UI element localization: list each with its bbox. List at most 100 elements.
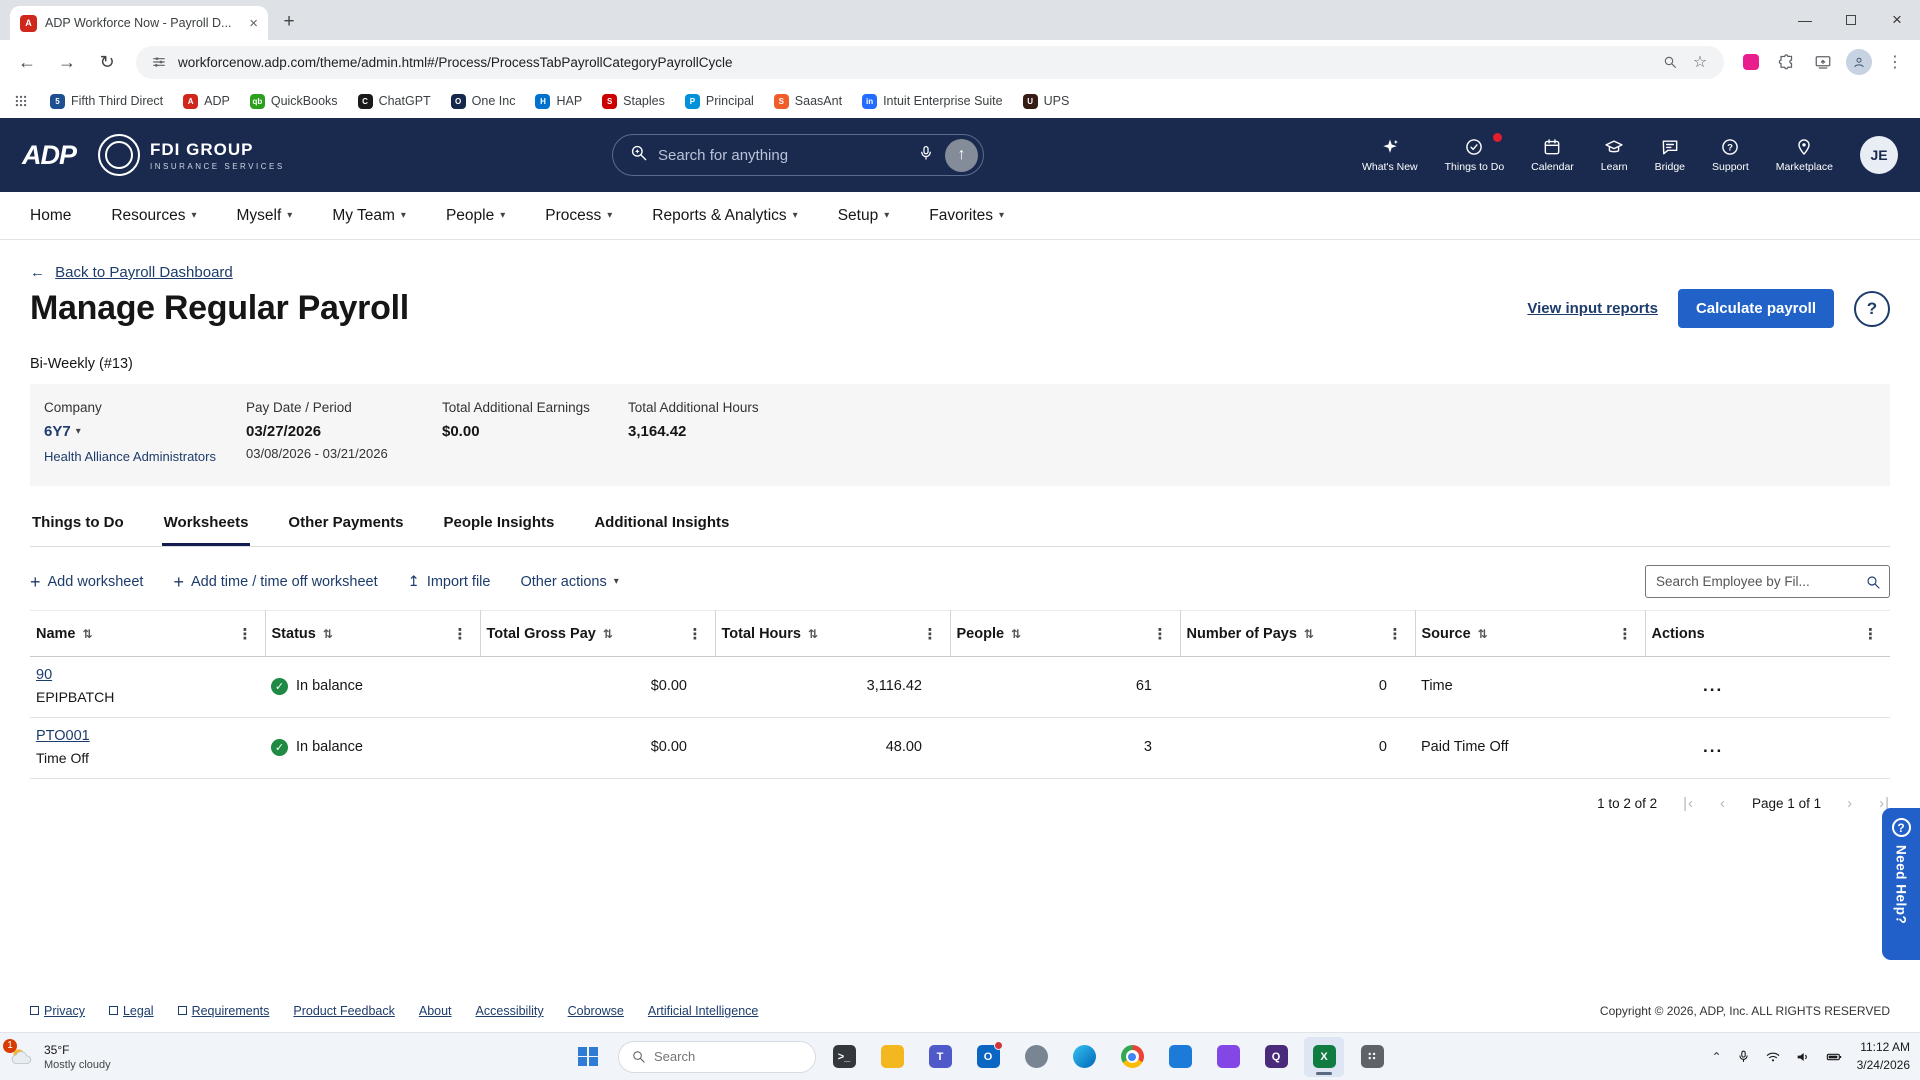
column-menu-icon[interactable]: ⋮ [1618,625,1637,643]
bookmark-item[interactable]: in Intuit Enterprise Suite [862,93,1003,109]
footer-link-legal[interactable]: Legal [108,1004,154,1018]
close-button[interactable]: × [1874,0,1920,40]
taskbar-app-teams[interactable]: T [920,1037,960,1077]
global-search-input[interactable] [658,146,907,164]
sort-icon[interactable]: ⇅ [323,627,333,641]
view-input-reports-link[interactable]: View input reports [1527,300,1658,317]
user-avatar[interactable]: JE [1860,136,1898,174]
bookmark-item[interactable]: O One Inc [450,93,515,109]
nav-item-my-team[interactable]: My Team ▾ [332,207,406,225]
microphone-tray-icon[interactable] [1736,1049,1751,1064]
column-menu-icon[interactable]: ⋮ [453,625,472,643]
bookmark-star-icon[interactable]: ☆ [1690,47,1710,77]
column-menu-icon[interactable]: ⋮ [238,625,257,643]
sort-icon[interactable]: ⇅ [1011,627,1021,641]
next-page-button[interactable]: › [1847,795,1853,812]
global-search[interactable]: ↑ [612,134,984,176]
tab-people-insights[interactable]: People Insights [441,514,556,546]
microphone-icon[interactable] [917,144,935,167]
col-header-number-of-pays[interactable]: Number of Pays [1187,626,1297,642]
page-help-button[interactable]: ? [1854,290,1890,327]
nav-item-resources[interactable]: Resources ▾ [111,207,196,225]
taskbar-search-input[interactable] [654,1049,803,1064]
taskbar-app-excel[interactable]: X [1304,1036,1344,1077]
company-name-link[interactable]: Health Alliance Administrators [44,449,246,464]
taskbar-app-terminal[interactable]: >_ [824,1037,864,1077]
footer-link-requirements[interactable]: Requirements [177,1004,269,1018]
clock[interactable]: 11:12 AM 3/24/2026 [1857,1039,1910,1074]
calendar-button[interactable]: Calendar [1531,137,1574,173]
column-menu-icon[interactable]: ⋮ [1388,625,1407,643]
reload-button[interactable]: ↻ [90,45,124,79]
new-tab-button[interactable]: + [274,7,304,37]
bookmark-item[interactable]: qb QuickBooks [249,93,338,109]
col-header-name[interactable]: Name [36,626,76,642]
nav-item-people[interactable]: People ▾ [446,207,505,225]
adp-logo[interactable]: ADP [22,140,77,171]
profile-avatar-icon[interactable] [1844,47,1874,77]
apps-grid-icon[interactable] [12,86,30,116]
site-info-icon[interactable] [150,47,168,77]
bookmark-item[interactable]: U UPS [1022,93,1069,109]
footer-link-product-feedback[interactable]: Product Feedback [293,1004,394,1018]
nav-item-favorites[interactable]: Favorites ▾ [929,207,1004,225]
start-button[interactable] [570,1037,610,1077]
sort-icon[interactable]: ⇅ [1304,627,1314,641]
battery-icon[interactable] [1825,1049,1843,1065]
bridge-button[interactable]: Bridge [1655,137,1685,173]
previous-page-button[interactable]: ‹ [1720,795,1726,812]
column-menu-icon[interactable]: ⋮ [1153,625,1172,643]
nav-item-process[interactable]: Process ▾ [545,207,612,225]
bookmark-item[interactable]: P Principal [684,93,754,109]
taskbar-app-edge[interactable] [1064,1037,1104,1077]
taskbar-app-people[interactable] [1016,1037,1056,1077]
footer-link-about[interactable]: About [419,1004,452,1018]
browser-tab[interactable]: A ADP Workforce Now - Payroll D... × [10,6,268,40]
column-menu-icon[interactable]: ⋮ [923,625,942,643]
nav-item-myself[interactable]: Myself ▾ [236,207,292,225]
tab-additional-insights[interactable]: Additional Insights [592,514,731,546]
tab-close-icon[interactable]: × [249,15,258,32]
maximize-button[interactable] [1828,0,1874,40]
taskbar-app-file-explorer[interactable] [872,1037,912,1077]
minimize-button[interactable]: — [1782,0,1828,40]
back-to-dashboard-link[interactable]: Back to Payroll Dashboard [55,264,233,281]
things-to-do-button[interactable]: Things to Do [1445,133,1504,173]
add-time-worksheet-button[interactable]: + Add time / time off worksheet [173,573,377,591]
other-actions-dropdown[interactable]: Other actions ▾ [520,574,618,590]
bookmark-item[interactable]: S SaasAnt [773,93,842,109]
sort-icon[interactable]: ⇅ [1478,627,1488,641]
sort-icon[interactable]: ⇅ [808,627,818,641]
taskbar-app-store[interactable] [1208,1037,1248,1077]
bookmark-item[interactable]: C ChatGPT [357,93,431,109]
browser-menu-icon[interactable]: ⋮ [1880,47,1910,77]
column-menu-icon[interactable]: ⋮ [688,625,707,643]
col-header-source[interactable]: Source [1422,626,1471,642]
search-submit-button[interactable]: ↑ [945,138,978,172]
col-header-status[interactable]: Status [272,626,316,642]
footer-link-accessibility[interactable]: Accessibility [476,1004,544,1018]
bookmark-item[interactable]: 5 Fifth Third Direct [50,93,163,109]
column-menu-icon[interactable]: ⋮ [1863,625,1882,643]
footer-link-cobrowse[interactable]: Cobrowse [568,1004,624,1018]
zoom-icon[interactable] [1660,47,1680,77]
worksheet-name-link[interactable]: 90 [36,667,52,683]
row-more-actions-icon[interactable]: ... [1651,737,1723,756]
col-header-total-hours[interactable]: Total Hours [722,626,801,642]
add-worksheet-button[interactable]: + Add worksheet [30,573,143,591]
need-help-tab[interactable]: ? Need Help? [1882,808,1920,960]
import-file-button[interactable]: ↥ Import file [408,574,491,590]
support-button[interactable]: ? Support [1712,137,1749,173]
sort-icon[interactable]: ⇅ [603,627,613,641]
taskbar-app-quickbooks[interactable]: Q [1256,1037,1296,1077]
tab-things-to-do[interactable]: Things to Do [30,514,126,546]
volume-icon[interactable] [1795,1049,1811,1065]
employee-search[interactable] [1645,565,1890,598]
whats-new-button[interactable]: What's New [1362,137,1418,173]
search-icon[interactable] [1865,574,1881,590]
cast-device-icon[interactable] [1808,47,1838,77]
back-button[interactable]: ← [10,45,44,79]
company-code-dropdown[interactable]: 6Y7 ▾ [44,423,246,440]
col-header-people[interactable]: People [957,626,1005,642]
learn-button[interactable]: Learn [1601,137,1628,173]
